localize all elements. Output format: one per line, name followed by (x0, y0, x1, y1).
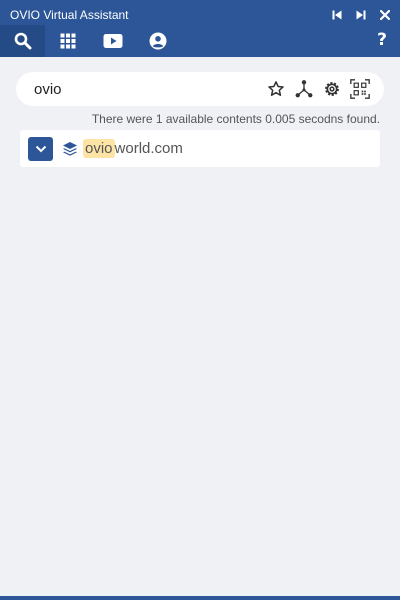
expand-button[interactable] (28, 137, 53, 161)
skip-next-icon[interactable] (354, 8, 368, 22)
search-highlight: ovio (83, 139, 115, 158)
network-icon[interactable] (294, 79, 314, 99)
video-camera-icon (103, 34, 122, 48)
tab-search[interactable] (0, 25, 45, 57)
tab-account[interactable] (135, 25, 180, 57)
qr-code-icon[interactable] (350, 79, 370, 99)
close-icon[interactable] (378, 8, 392, 22)
apps-grid-icon (60, 33, 75, 49)
list-item: ovio world.com (20, 130, 380, 167)
bottom-bar (0, 596, 400, 600)
gear-icon[interactable] (322, 79, 342, 99)
chevron-down-icon (35, 145, 46, 153)
window-controls (330, 8, 392, 22)
skip-previous-icon[interactable] (330, 8, 344, 22)
search-icon (14, 32, 31, 50)
account-icon (149, 32, 166, 50)
search-input[interactable] (34, 79, 254, 99)
result-link[interactable]: ovio world.com (83, 139, 183, 158)
star-icon[interactable] (266, 79, 286, 99)
layers-icon (63, 142, 77, 156)
tab-video[interactable] (90, 25, 135, 57)
help-button[interactable]: ? (374, 30, 390, 50)
app-header: OVIO Virtual Assistant ? (0, 0, 400, 57)
result-summary: There were 1 available contents 0.005 se… (91, 112, 380, 126)
window-title: OVIO Virtual Assistant (10, 8, 129, 22)
search-tools (266, 79, 370, 99)
search-bar (16, 72, 384, 106)
tab-apps[interactable] (45, 25, 90, 57)
main-nav (0, 25, 180, 57)
result-domain: world.com (114, 140, 183, 157)
